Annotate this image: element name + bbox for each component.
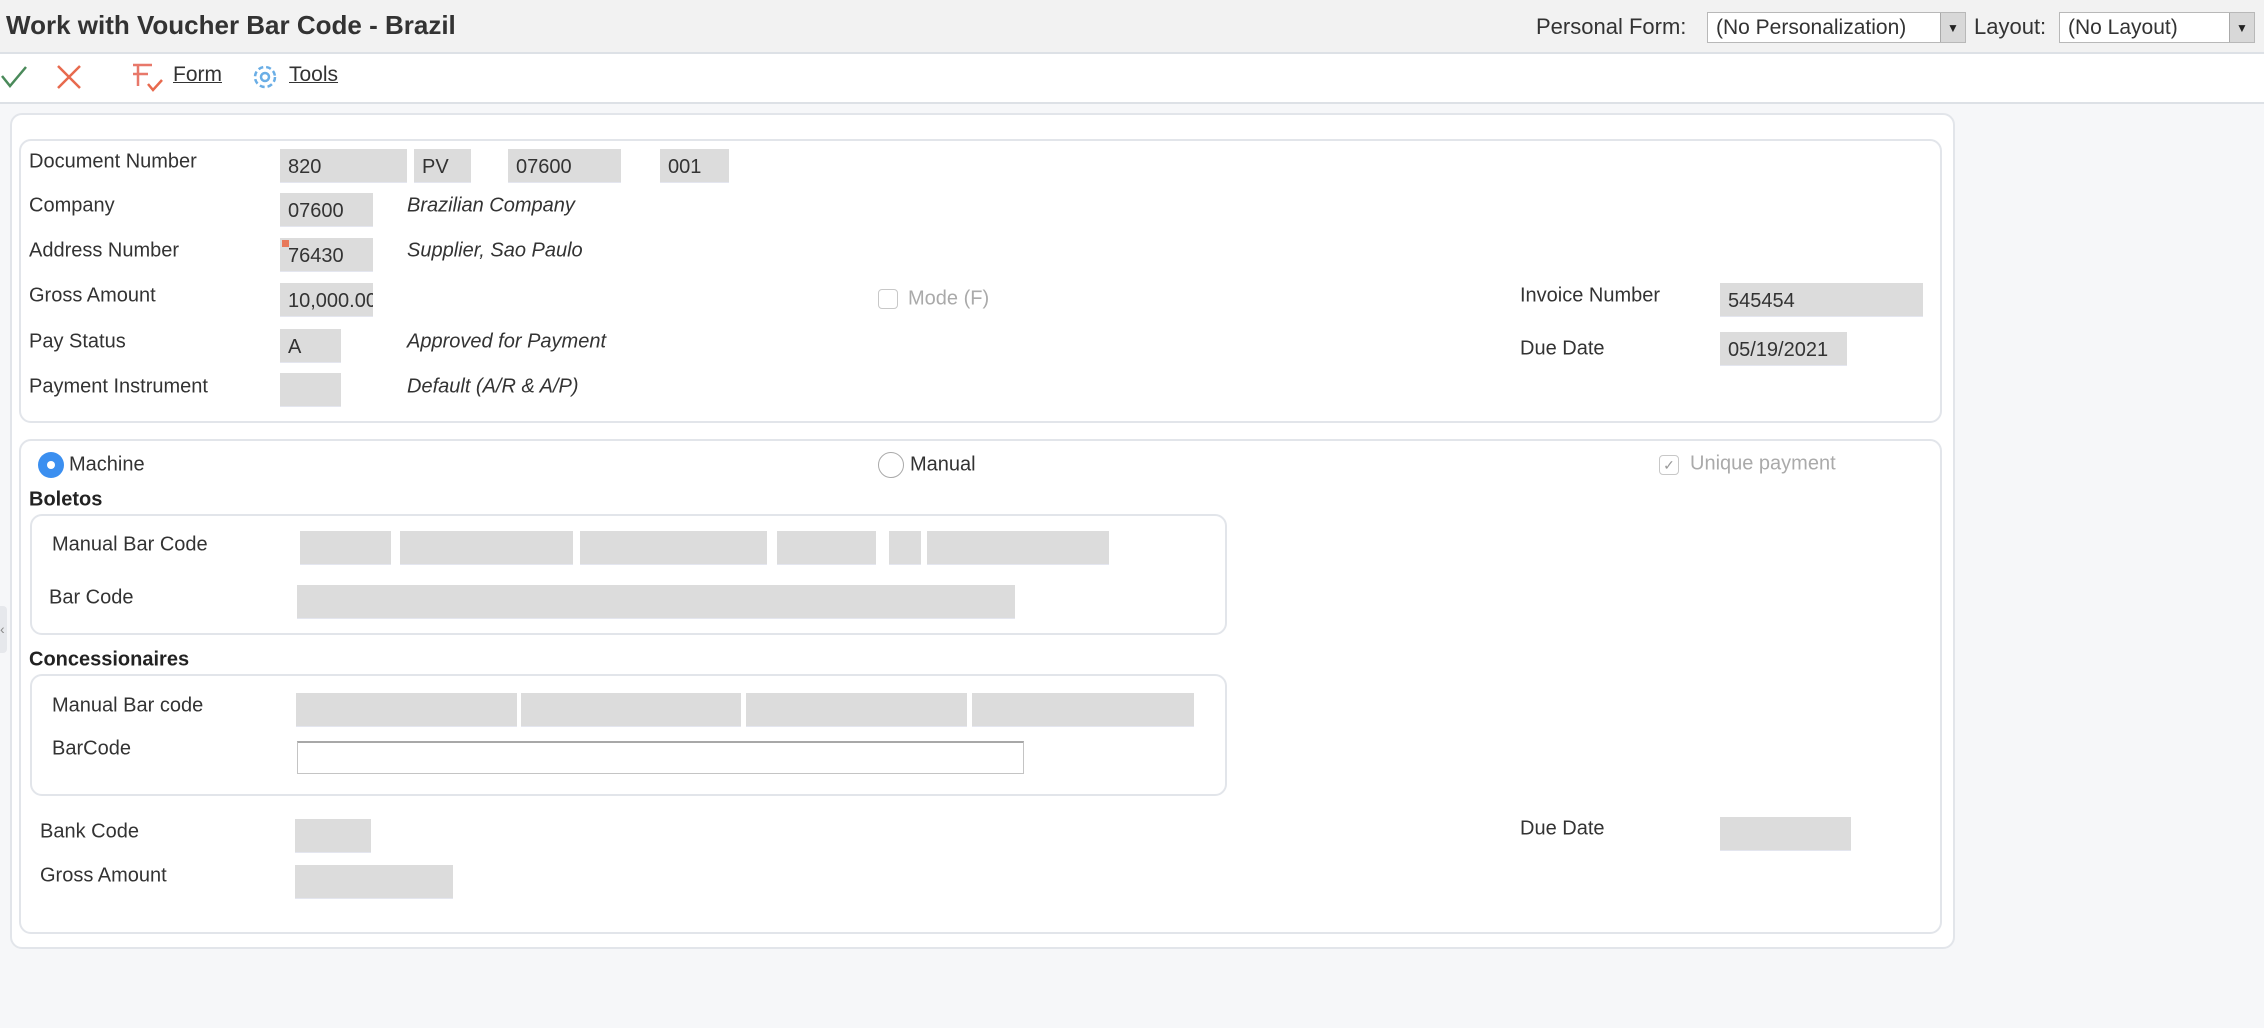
boletos-manual-barcode-field-4	[777, 531, 876, 565]
barcode-gross-amount-label: Gross Amount	[40, 864, 167, 887]
boletos-heading: Boletos	[29, 488, 103, 511]
company-label: Company	[29, 194, 115, 217]
manual-label: Manual	[910, 453, 976, 476]
bank-code-label: Bank Code	[40, 820, 139, 843]
tools-menu-button[interactable]: Tools	[289, 63, 338, 87]
form-menu-icon[interactable]	[130, 62, 164, 94]
invoice-number-label: Invoice Number	[1520, 284, 1661, 307]
pay-status-description: Approved for Payment	[407, 330, 606, 353]
conc-manual-barcode-field-2	[521, 693, 741, 727]
mode-label: Mode (F)	[908, 287, 990, 310]
boletos-manual-barcode-label: Manual Bar Code	[52, 533, 208, 556]
unique-payment-checkbox[interactable]: ✓	[1659, 455, 1679, 475]
cancel-x-icon[interactable]	[56, 64, 82, 90]
invoice-number-field: 545454	[1720, 283, 1923, 317]
layout-select[interactable]: (No Layout) ▼	[2059, 12, 2255, 43]
document-number-label: Document Number	[29, 150, 197, 173]
company-name: Brazilian Company	[407, 194, 575, 217]
barcode-due-date-label: Due Date	[1520, 817, 1605, 840]
form-menu-button[interactable]: Form	[173, 63, 222, 87]
conc-manual-barcode-field-1	[296, 693, 517, 727]
chevron-down-icon: ▼	[2229, 13, 2254, 42]
payment-instrument-label: Payment Instrument	[29, 375, 208, 398]
tools-menu-label: Tools	[289, 63, 339, 86]
payment-instrument-description: Default (A/R & A/P)	[407, 375, 579, 398]
concessionaires-heading: Concessionaires	[29, 648, 190, 671]
due-date-field: 05/19/2021	[1720, 332, 1847, 366]
payment-instrument-field	[280, 373, 341, 407]
machine-radio[interactable]	[38, 452, 64, 478]
pay-status-field: A	[280, 329, 341, 363]
collapse-left-tab[interactable]: ‹	[0, 606, 7, 653]
manual-radio[interactable]	[878, 452, 904, 478]
pay-status-label: Pay Status	[29, 330, 126, 353]
mode-checkbox[interactable]	[878, 289, 898, 309]
chevron-down-icon: ▼	[1940, 13, 1965, 42]
document-item-field: 001	[660, 149, 729, 183]
gross-amount-field: 10,000.00	[280, 283, 373, 317]
document-number-field: 820	[280, 149, 407, 183]
boletos-manual-barcode-field-3	[580, 531, 767, 565]
gross-amount-label: Gross Amount	[29, 284, 156, 307]
conc-barcode-input[interactable]	[297, 741, 1024, 774]
conc-manual-barcode-field-4	[972, 693, 1194, 727]
boletos-manual-barcode-field-5	[889, 531, 921, 565]
layout-value: (No Layout)	[2068, 16, 2178, 39]
boletos-manual-barcode-field-2	[400, 531, 573, 565]
conc-manual-barcode-label: Manual Bar code	[52, 694, 204, 717]
address-number-label: Address Number	[29, 239, 180, 262]
personal-form-select[interactable]: (No Personalization) ▼	[1707, 12, 1966, 43]
due-date-label: Due Date	[1520, 337, 1605, 360]
bank-code-field	[295, 819, 371, 853]
boletos-manual-barcode-field-1	[300, 531, 391, 565]
boletos-barcode-field	[297, 585, 1015, 619]
document-company-field: 07600	[508, 149, 621, 183]
document-type-field: PV	[414, 149, 471, 183]
machine-label: Machine	[69, 453, 145, 476]
page-title: Work with Voucher Bar Code - Brazil	[6, 10, 456, 40]
address-name: Supplier, Sao Paulo	[407, 239, 583, 262]
toolbar	[0, 54, 2264, 104]
personal-form-value: (No Personalization)	[1716, 16, 1907, 39]
boletos-barcode-label: Bar Code	[49, 586, 134, 609]
radio-dot-icon	[47, 461, 55, 469]
ok-check-icon[interactable]	[0, 64, 28, 90]
boletos-manual-barcode-field-6	[927, 531, 1109, 565]
personal-form-label: Personal Form:	[1536, 14, 1687, 39]
company-field: 07600	[280, 193, 373, 227]
flag-marker-icon	[282, 240, 289, 247]
barcode-gross-amount-field	[295, 865, 453, 899]
conc-barcode-label: BarCode	[52, 737, 131, 760]
address-number-field: 76430	[280, 238, 373, 272]
unique-payment-label: Unique payment	[1690, 452, 1836, 475]
conc-manual-barcode-field-3	[746, 693, 967, 727]
layout-label: Layout:	[1974, 14, 2047, 39]
barcode-due-date-field	[1720, 817, 1851, 851]
gear-icon[interactable]	[250, 62, 280, 92]
form-menu-label: Form	[173, 63, 222, 86]
